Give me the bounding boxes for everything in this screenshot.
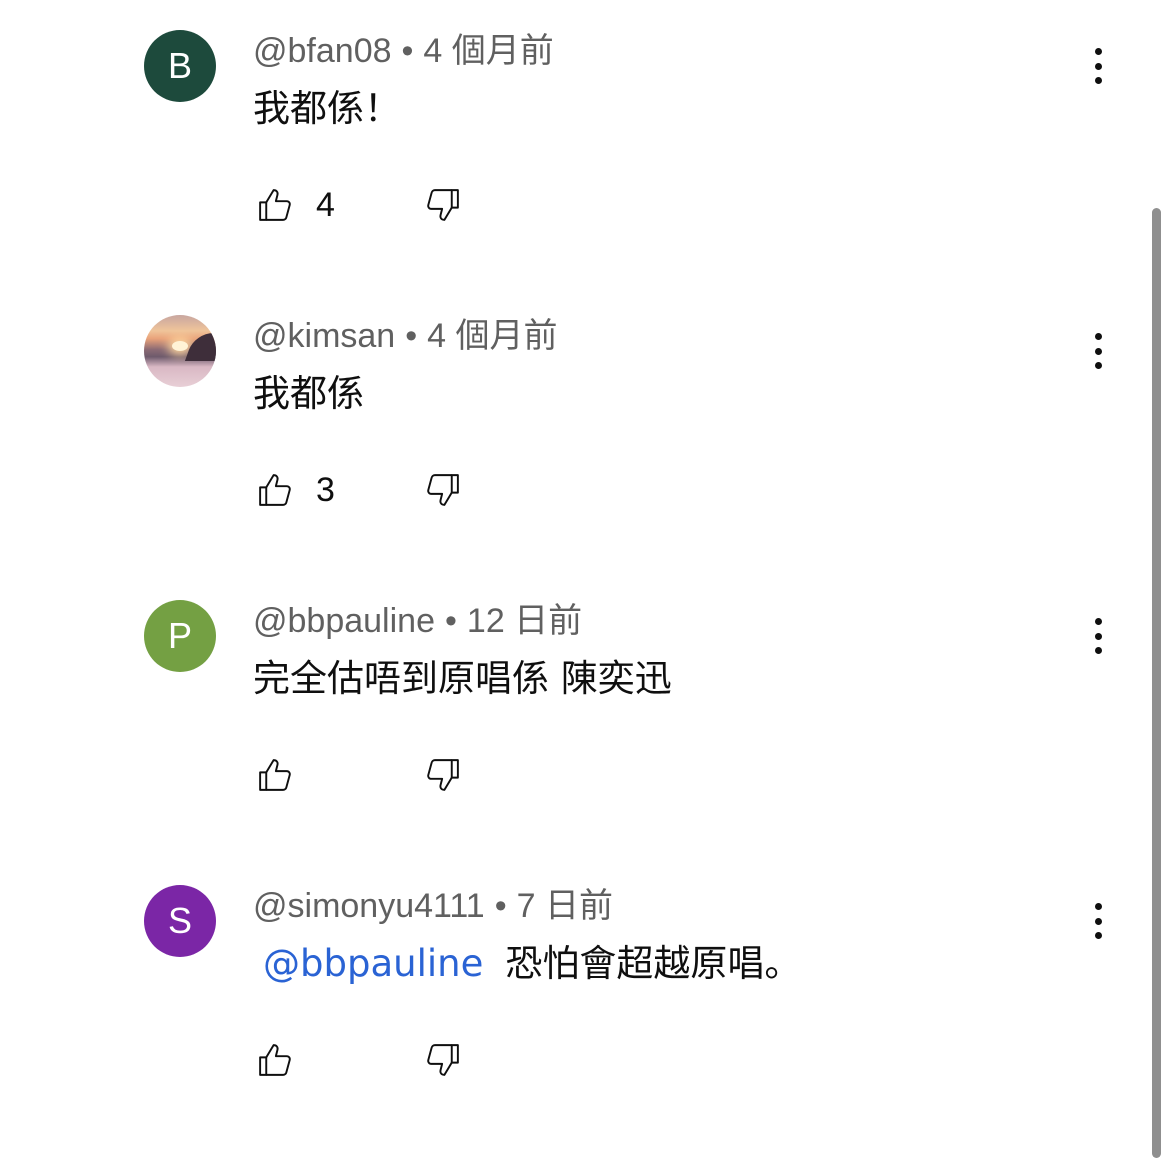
more-vert-icon-dot — [1094, 932, 1102, 939]
more-options-button[interactable] — [1082, 899, 1114, 943]
like-count: 3 — [316, 470, 335, 509]
comment-text: 完全估唔到原唱係 陳奕迅 — [253, 654, 672, 704]
dislike-button[interactable] — [422, 184, 464, 226]
comment-item: @kimsan • 4 個月前 我都係 3 — [0, 285, 1150, 570]
like-button[interactable] — [254, 754, 316, 796]
avatar-letter: B — [167, 45, 192, 86]
avatar[interactable]: P — [144, 600, 216, 672]
meta-separator: • — [494, 887, 507, 925]
dislike-button[interactable] — [422, 754, 464, 796]
comment-text-content: 恐怕會超越原唱。 — [505, 942, 802, 985]
comment-time[interactable]: 7 日前 — [517, 887, 613, 925]
comment-text: @bbpauline 恐怕會超越原唱。 — [253, 939, 801, 989]
thumbs-down-icon — [422, 1039, 464, 1081]
comment-item: S @simonyu4111 • 7 日前 @bbpauline 恐怕會超越原唱。 — [0, 855, 1150, 1140]
thumbs-up-icon — [254, 754, 296, 796]
more-vert-icon-dot — [1094, 618, 1102, 625]
comment-time[interactable]: 12 日前 — [467, 602, 582, 640]
meta-separator: • — [445, 602, 457, 640]
more-vert-icon-dot — [1094, 62, 1102, 70]
like-button[interactable]: 4 — [254, 184, 335, 226]
comment-author[interactable]: @bbpauline — [253, 602, 435, 640]
more-vert-icon-dot — [1094, 347, 1102, 355]
comment-author[interactable]: @kimsan — [253, 317, 395, 355]
avatar-photo-hill — [184, 333, 216, 361]
more-vert-icon-dot — [1094, 48, 1102, 55]
more-vert-icon-dot — [1094, 647, 1102, 654]
more-vert-icon-dot — [1094, 77, 1102, 84]
more-vert-icon-dot — [1094, 632, 1102, 640]
meta-separator: • — [401, 32, 414, 70]
thumbs-down-icon — [422, 184, 464, 226]
dislike-button[interactable] — [422, 1039, 464, 1081]
scrollbar[interactable] — [1152, 208, 1161, 1158]
avatar-letter: S — [167, 900, 192, 941]
more-options-button[interactable] — [1082, 614, 1114, 658]
like-button[interactable]: 3 — [254, 469, 335, 511]
more-options-button[interactable] — [1082, 44, 1114, 88]
comment-text-content: 完全估唔到原唱係 陳奕迅 — [253, 657, 672, 700]
more-vert-icon-dot — [1094, 362, 1102, 369]
comment-time[interactable]: 4 個月前 — [423, 32, 553, 70]
dislike-button[interactable] — [422, 469, 464, 511]
comment-text: 我都係 — [253, 369, 364, 419]
comment-text-content: 我都係 — [253, 372, 364, 415]
comment-item: B @bfan08 • 4 個月前 我都係！ 4 — [0, 0, 1150, 285]
avatar[interactable]: B — [144, 30, 216, 102]
thumbs-down-icon — [422, 469, 464, 511]
thumbs-up-icon — [254, 184, 296, 226]
more-vert-icon-dot — [1094, 903, 1102, 910]
thumbs-up-icon — [254, 1039, 296, 1081]
thumbs-up-icon — [254, 469, 296, 511]
comment-author[interactable]: @simonyu4111 — [253, 887, 485, 925]
like-count: 4 — [316, 185, 335, 224]
like-button[interactable] — [254, 1039, 316, 1081]
comment-time[interactable]: 4 個月前 — [427, 317, 557, 355]
meta-separator: • — [405, 317, 418, 355]
comment-meta: @simonyu4111 • 7 日前 — [253, 885, 613, 927]
avatar-letter: P — [167, 615, 192, 656]
more-vert-icon-dot — [1094, 917, 1102, 925]
thumbs-down-icon — [422, 754, 464, 796]
comment-text-content: 我都係！ — [253, 87, 401, 130]
comment-text: 我都係！ — [253, 84, 401, 134]
mention-link[interactable]: @bbpauline — [263, 942, 483, 985]
comment-author[interactable]: @bfan08 — [253, 32, 392, 70]
comment-meta: @kimsan • 4 個月前 — [253, 315, 557, 357]
more-options-button[interactable] — [1082, 329, 1114, 373]
comment-meta: @bfan08 • 4 個月前 — [253, 30, 554, 72]
comment-meta: @bbpauline • 12 日前 — [253, 600, 582, 642]
avatar[interactable]: S — [144, 885, 216, 957]
more-vert-icon-dot — [1094, 333, 1102, 340]
comment-item: P @bbpauline • 12 日前 完全估唔到原唱係 陳奕迅 — [0, 570, 1150, 855]
avatar-photo-sun — [172, 341, 188, 351]
avatar[interactable] — [144, 315, 216, 387]
